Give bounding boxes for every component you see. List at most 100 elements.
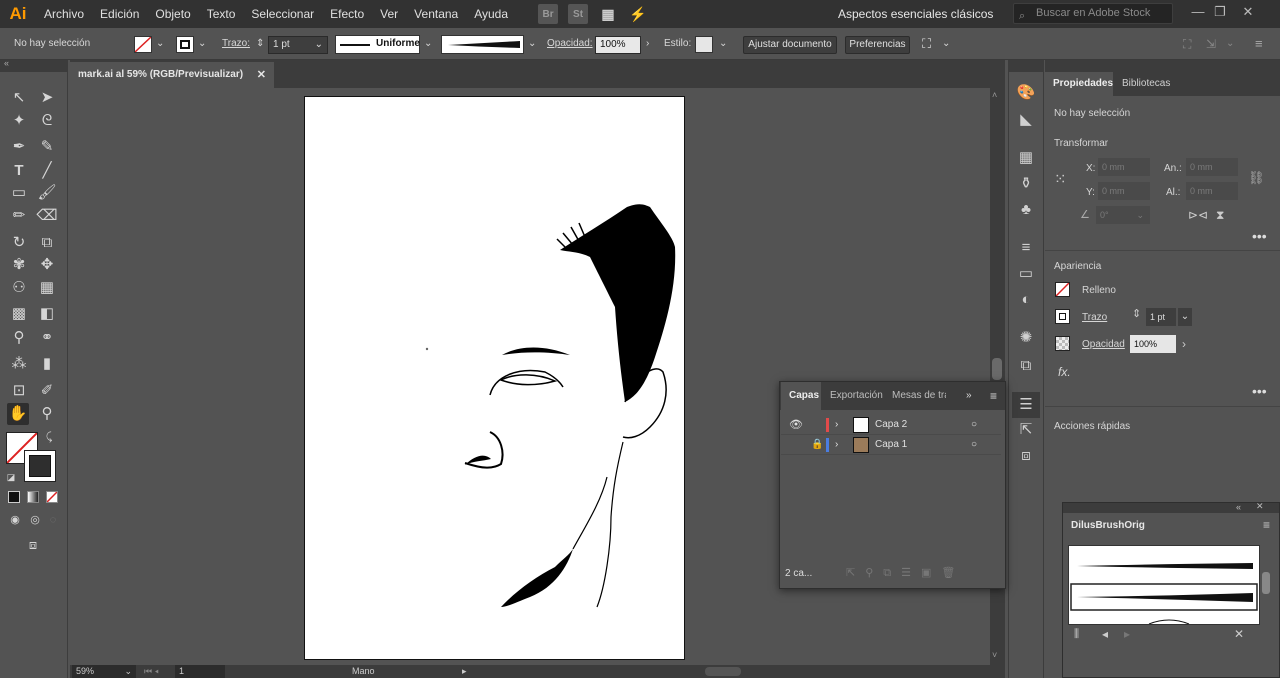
- fill-swatch[interactable]: [134, 36, 152, 53]
- hand-tool-icon[interactable]: ✋: [7, 403, 29, 425]
- target-icon[interactable]: ○: [971, 435, 977, 455]
- constrain-proportions-icon[interactable]: ⛓: [1248, 170, 1265, 186]
- status-menu-icon[interactable]: ▸: [462, 665, 467, 678]
- pen-tool-icon[interactable]: ✒: [8, 136, 30, 158]
- tab-mesas[interactable]: Mesas de tra: [892, 382, 946, 410]
- chevron-down-icon[interactable]: ⌄: [942, 28, 950, 60]
- magic-wand-tool-icon[interactable]: ✦: [8, 110, 30, 132]
- appearance-icon[interactable]: ✺: [1016, 328, 1036, 348]
- perspective-grid-tool-icon[interactable]: ▦: [36, 277, 58, 299]
- preferences-button[interactable]: Preferencias: [845, 36, 910, 54]
- chevron-up-icon[interactable]: ˄: [992, 90, 997, 100]
- arrange-documents-icon[interactable]: ▦: [598, 4, 618, 24]
- bridge-button[interactable]: Br: [538, 4, 559, 24]
- selection-tool-icon[interactable]: ↖: [8, 87, 30, 109]
- zoom-tool-icon[interactable]: ⚲: [36, 403, 58, 425]
- workspace-switcher[interactable]: Aspectos esenciales clásicos ⌄: [830, 4, 1000, 41]
- menu-objeto[interactable]: Objeto: [147, 0, 198, 28]
- rotate-tool-icon[interactable]: ↻: [8, 232, 30, 254]
- stroke-weight-input[interactable]: 1 pt: [1146, 308, 1176, 326]
- stroke-swatch[interactable]: [1055, 309, 1070, 324]
- graphic-styles-icon[interactable]: ⧉: [1016, 356, 1036, 376]
- chevron-down-icon[interactable]: ⌄: [528, 28, 536, 60]
- variable-width-profile[interactable]: Uniforme: [335, 35, 420, 54]
- paintbrush-tool-icon[interactable]: 🖌: [36, 182, 58, 204]
- panel-menu-icon[interactable]: ≡: [1255, 28, 1263, 60]
- none-mode-icon[interactable]: [46, 491, 58, 503]
- swatches-icon[interactable]: ▦: [1016, 148, 1036, 168]
- lock-icon[interactable]: 🔒: [811, 435, 823, 455]
- lasso-tool-icon[interactable]: ᘓ: [36, 110, 58, 132]
- panel-menu-icon[interactable]: ≡: [1263, 518, 1270, 532]
- draw-inside-icon[interactable]: ◌: [42, 509, 64, 531]
- artboard-number-select[interactable]: 1: [175, 665, 225, 678]
- fill-swatch[interactable]: [1055, 282, 1070, 297]
- tab-capas[interactable]: Capas: [781, 382, 821, 410]
- close-icon[interactable]: ✕: [1238, 4, 1258, 22]
- stroke-label[interactable]: Trazo: [1082, 312, 1107, 323]
- shape-builder-tool-icon[interactable]: ⚇: [8, 277, 30, 299]
- reference-point-icon[interactable]: ⁙: [1054, 170, 1067, 188]
- chevron-down-icon[interactable]: ⌄: [198, 28, 206, 60]
- expand-icon[interactable]: ›: [835, 435, 838, 455]
- line-tool-icon[interactable]: ╱: [36, 160, 58, 182]
- pencil-tool-icon[interactable]: ✏: [8, 205, 30, 227]
- align-icon[interactable]: ⛶: [1183, 28, 1191, 60]
- minimize-icon[interactable]: —: [1188, 4, 1208, 22]
- chevron-down-icon[interactable]: ˅: [992, 650, 997, 660]
- brush-list-scrollbar[interactable]: [1262, 572, 1270, 594]
- panel-menu-icon[interactable]: ≡: [990, 382, 997, 410]
- previous-library-icon[interactable]: ◂: [1102, 627, 1108, 641]
- gpu-performance-icon[interactable]: ⚡: [628, 4, 648, 24]
- zoom-select[interactable]: 59% ⌄: [72, 665, 136, 678]
- target-icon[interactable]: ○: [971, 415, 977, 435]
- tab-bibliotecas[interactable]: Bibliotecas: [1122, 72, 1170, 96]
- width-input[interactable]: 0 mm: [1186, 158, 1238, 176]
- brush-list[interactable]: [1068, 545, 1260, 625]
- color-icon[interactable]: 🎨: [1016, 83, 1036, 103]
- chevron-down-icon[interactable]: ⌄: [156, 28, 164, 60]
- height-input[interactable]: 0 mm: [1186, 182, 1238, 200]
- tab-exportacion[interactable]: Exportación: [830, 382, 883, 410]
- more-options-icon[interactable]: •••: [1252, 228, 1267, 244]
- brush-definition[interactable]: [441, 35, 524, 54]
- stroke-color-box[interactable]: [24, 450, 56, 482]
- blend-tool-icon[interactable]: ⚭: [36, 327, 58, 349]
- stroke-stepper-icon[interactable]: ⇕: [256, 28, 264, 60]
- stock-search-input[interactable]: ⌕ Buscar en Adobe Stock: [1013, 3, 1173, 24]
- eraser-tool-icon[interactable]: ⌫: [36, 205, 58, 227]
- artboards-icon[interactable]: ⧈: [1016, 446, 1036, 466]
- layer-actions[interactable]: ⇱⚲⧉☰▣🗑: [846, 566, 965, 580]
- scrollbar-thumb[interactable]: [992, 358, 1002, 380]
- chevron-down-icon[interactable]: ⌄: [424, 28, 432, 60]
- flip-horizontal-icon[interactable]: ⊳⊲: [1188, 208, 1208, 222]
- transparency-icon[interactable]: ◐: [1016, 290, 1036, 310]
- close-icon[interactable]: ✕: [1256, 501, 1264, 512]
- menu-ventana[interactable]: Ventana: [406, 0, 466, 28]
- warp-tool-icon[interactable]: ✾: [8, 254, 30, 276]
- angle-input[interactable]: 0° ⌄: [1096, 206, 1150, 224]
- menu-texto[interactable]: Texto: [199, 0, 244, 28]
- remove-stroke-icon[interactable]: ✕: [1234, 627, 1244, 641]
- collapse-icon[interactable]: «: [4, 58, 9, 68]
- next-library-icon[interactable]: ▸: [1124, 627, 1130, 641]
- menu-efecto[interactable]: Efecto: [322, 0, 372, 28]
- visibility-eye-icon[interactable]: 👁: [789, 415, 803, 435]
- opacity-input[interactable]: 100%: [595, 36, 641, 54]
- mesh-tool-icon[interactable]: ▩: [8, 303, 30, 325]
- gradient-icon[interactable]: ▭: [1016, 264, 1036, 284]
- scale-tool-icon[interactable]: ⧉: [36, 232, 58, 254]
- more-tabs-icon[interactable]: »: [966, 382, 972, 410]
- gradient-mode-icon[interactable]: [27, 491, 39, 503]
- stroke-label[interactable]: Trazo:: [222, 28, 250, 60]
- menu-ayuda[interactable]: Ayuda: [466, 0, 516, 28]
- layers-icon[interactable]: ☰: [1012, 392, 1040, 418]
- curvature-tool-icon[interactable]: ✎: [36, 136, 58, 158]
- chevron-right-icon[interactable]: ›: [1182, 337, 1186, 351]
- brush-library-tab[interactable]: DilusBrushOrig: [1063, 513, 1145, 539]
- opacity-input[interactable]: 100%: [1130, 335, 1176, 353]
- first-artboard-icon[interactable]: ⏮ ◂: [144, 665, 159, 678]
- opacity-label[interactable]: Opacidad:: [547, 28, 593, 60]
- menu-seleccionar[interactable]: Seleccionar: [243, 0, 322, 28]
- y-input[interactable]: 0 mm: [1098, 182, 1150, 200]
